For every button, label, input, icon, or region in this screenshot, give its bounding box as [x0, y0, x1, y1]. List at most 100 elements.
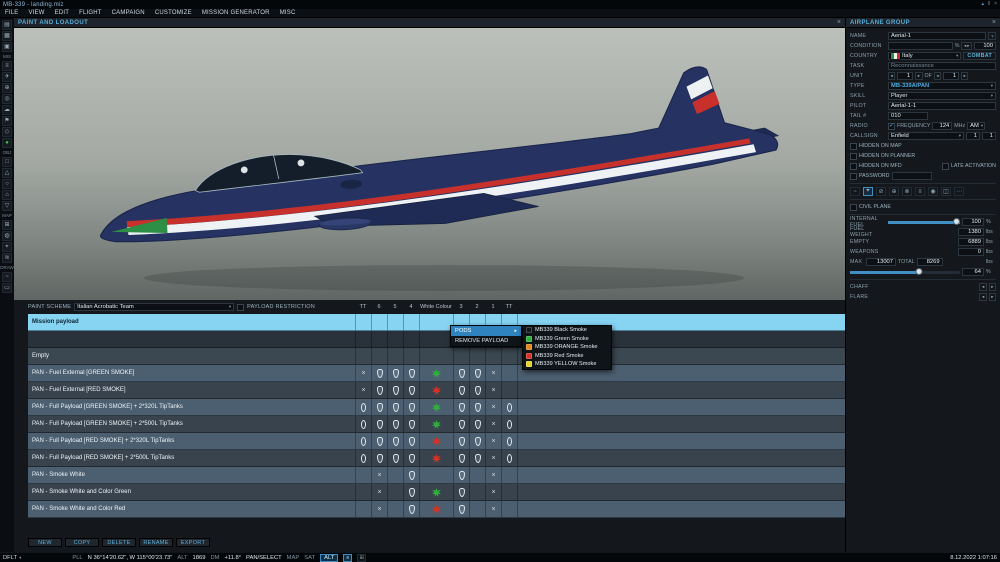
weather-icon[interactable]: ☁ — [2, 105, 12, 115]
payload-row[interactable] — [28, 331, 845, 348]
open-mission-icon[interactable]: ▦ — [2, 31, 12, 41]
flare-decrement-button[interactable]: ◂ — [979, 293, 987, 301]
menu-item-misc[interactable]: MISC — [275, 10, 301, 16]
modulation-dropdown[interactable]: AM ▾ — [967, 122, 986, 130]
combat-button[interactable]: COMBAT — [963, 52, 996, 60]
briefing-icon[interactable]: ≡ — [2, 61, 12, 71]
layers-icon[interactable]: ◍ — [2, 231, 12, 241]
close-icon[interactable]: × — [837, 19, 841, 26]
add-waypoint-icon[interactable]: ⊕ — [889, 187, 899, 196]
internal-fuel-value[interactable]: 100 — [962, 218, 984, 226]
ship-group-icon[interactable]: ○ — [2, 179, 12, 189]
submenu-item-mb339-yellow-smoke[interactable]: MB339 YELLOW Smoke — [523, 360, 611, 369]
frequency-input[interactable]: 124 — [932, 122, 953, 130]
radio-checkbox[interactable]: ✓ — [888, 122, 895, 130]
condition-stepper[interactable]: ◂ ▸ — [961, 42, 972, 50]
unit-total-increment-button[interactable]: ▸ — [961, 72, 969, 80]
submenu-item-mb339-black-smoke[interactable]: MB339 Black Smoke — [523, 326, 611, 335]
unit-decrement-button[interactable]: ◂ — [888, 72, 896, 80]
payload-row[interactable]: Mission payload — [28, 314, 845, 331]
button-rename[interactable]: RENAME — [139, 538, 173, 547]
unit-total[interactable]: 1 — [943, 72, 960, 80]
payload-row[interactable]: Empty — [28, 348, 845, 365]
payload-row[interactable]: PAN - Smoke White and Color Red × × — [28, 501, 845, 518]
submenu-item-mb339-red-smoke[interactable]: MB339 Red Smoke — [523, 352, 611, 361]
tail-number-input[interactable]: 010 — [888, 112, 928, 120]
callsign-dropdown[interactable]: Enfield ▾ — [888, 132, 964, 140]
chaff-decrement-button[interactable]: ◂ — [979, 283, 987, 291]
airplane-group-icon[interactable]: ✈ — [2, 72, 12, 82]
flare-increment-button[interactable]: ▸ — [988, 293, 996, 301]
payload-row[interactable]: PAN - Smoke White × × — [28, 467, 845, 484]
menu-item-mission-generator[interactable]: MISSION GENERATOR — [197, 10, 275, 16]
context-menu-item-remove-payload[interactable]: REMOVE PAYLOAD — [451, 336, 521, 346]
delete-waypoint-icon[interactable]: ⊗ — [902, 187, 912, 196]
map-button[interactable]: MAP — [287, 555, 300, 561]
unit-total-decrement-button[interactable]: ◂ — [933, 72, 942, 80]
menu-item-file[interactable]: FILE — [0, 10, 23, 16]
hidden-on-mfd-checkbox[interactable] — [850, 162, 857, 170]
arrow-left-icon[interactable]: ◂ — [964, 43, 966, 49]
payload-row[interactable]: PAN - Full Payload [RED SMOKE] + 2*320L … — [28, 433, 845, 450]
payload-row[interactable]: PAN - Full Payload [RED SMOKE] + 2*500L … — [28, 450, 845, 467]
draw-shape-icon[interactable]: ▭ — [2, 283, 12, 293]
vehicle-group-icon[interactable]: △ — [2, 168, 12, 178]
skill-dropdown[interactable]: Player ▾ — [888, 92, 996, 100]
context-menu-item-pods[interactable]: PODS ▸ — [451, 326, 521, 336]
internal-fuel-slider[interactable] — [888, 218, 960, 225]
paint-scheme-dropdown[interactable]: Italian Acrobatic Team ▾ — [74, 303, 235, 311]
goal-icon[interactable]: ⚑ — [2, 116, 12, 126]
menu-item-view[interactable]: VIEW — [23, 10, 49, 16]
menu-item-customize[interactable]: CUSTOMIZE — [150, 10, 197, 16]
country-dropdown[interactable]: Italy ▾ — [888, 52, 962, 60]
grid-view-icon[interactable]: ⊞ — [357, 553, 367, 562]
save-mission-icon[interactable]: ▣ — [2, 42, 12, 52]
elevation-icon[interactable]: ≋ — [2, 253, 12, 263]
button-delete[interactable]: DELETE — [102, 538, 136, 547]
payload-row[interactable]: PAN - Fuel External [GREEN SMOKE] × × — [28, 365, 845, 382]
more-icon[interactable]: ⋯ — [954, 187, 964, 196]
pilot-input[interactable]: Aerial-1-1 — [888, 102, 996, 110]
help-button[interactable]: ? — [988, 32, 996, 40]
fuel-quantity-knob[interactable] — [915, 268, 923, 275]
payload-row[interactable]: PAN - Full Payload [GREEN SMOKE] + 2*320… — [28, 399, 845, 416]
summary-icon[interactable]: ≡ — [915, 187, 925, 196]
close-icon[interactable]: × — [992, 19, 996, 26]
draw-line-icon[interactable]: ~ — [2, 272, 12, 282]
datalink-icon[interactable]: ◫ — [941, 187, 951, 196]
menu-item-flight[interactable]: FLIGHT — [74, 10, 107, 16]
farp-icon[interactable]: ▽ — [2, 201, 12, 211]
airbase-icon[interactable]: ⌂ — [2, 190, 12, 200]
trigger-zone-icon[interactable]: ◎ — [2, 94, 12, 104]
profile-selector[interactable]: DFLT ▾ — [3, 555, 21, 561]
add-unit-icon[interactable]: ⊕ — [2, 83, 12, 93]
button-new[interactable]: NEW — [28, 538, 62, 547]
hidden-on-map-checkbox[interactable] — [850, 142, 857, 150]
internal-fuel-knob[interactable] — [953, 218, 960, 225]
submenu-item-mb339-orange-smoke[interactable]: MB339 ORANGE Smoke — [523, 343, 611, 352]
list-view-icon[interactable]: ≡ — [343, 553, 353, 562]
menu-item-edit[interactable]: EDIT — [50, 10, 74, 16]
model-viewport[interactable] — [14, 28, 845, 300]
new-mission-icon[interactable]: ▤ — [2, 20, 12, 30]
arrow-right-icon[interactable]: ▸ — [967, 43, 969, 49]
chaff-increment-button[interactable]: ▸ — [988, 283, 996, 291]
payload-row[interactable]: PAN - Fuel External [RED SMOKE] × × — [28, 382, 845, 399]
hidden-on-planner-checkbox[interactable] — [850, 152, 857, 160]
template-icon[interactable]: ◇ — [2, 127, 12, 137]
type-dropdown[interactable]: MB-339A/PAN ▾ — [888, 82, 996, 90]
callsign-unit-number[interactable]: 1 — [982, 132, 996, 140]
payload-row[interactable]: PAN - Smoke White and Color Green × × — [28, 484, 845, 501]
payload-icon[interactable]: ⊘ — [876, 187, 886, 196]
password-checkbox[interactable] — [850, 172, 857, 180]
name-input[interactable]: Aerial-1 — [888, 32, 987, 40]
targeting-icon[interactable]: ◉ — [928, 187, 938, 196]
payload-row[interactable]: PAN - Full Payload [GREEN SMOKE] + 2*500… — [28, 416, 845, 433]
unit-increment-button[interactable]: ▸ — [915, 72, 923, 80]
pause-icon[interactable]: ‖ — [988, 2, 990, 7]
civil-plane-checkbox[interactable] — [850, 203, 857, 211]
unit-count[interactable]: 1 — [897, 72, 914, 80]
grid-icon[interactable]: ⊞ — [2, 220, 12, 230]
active-unit-icon[interactable]: ● — [2, 138, 12, 148]
button-copy[interactable]: COPY — [65, 538, 99, 547]
